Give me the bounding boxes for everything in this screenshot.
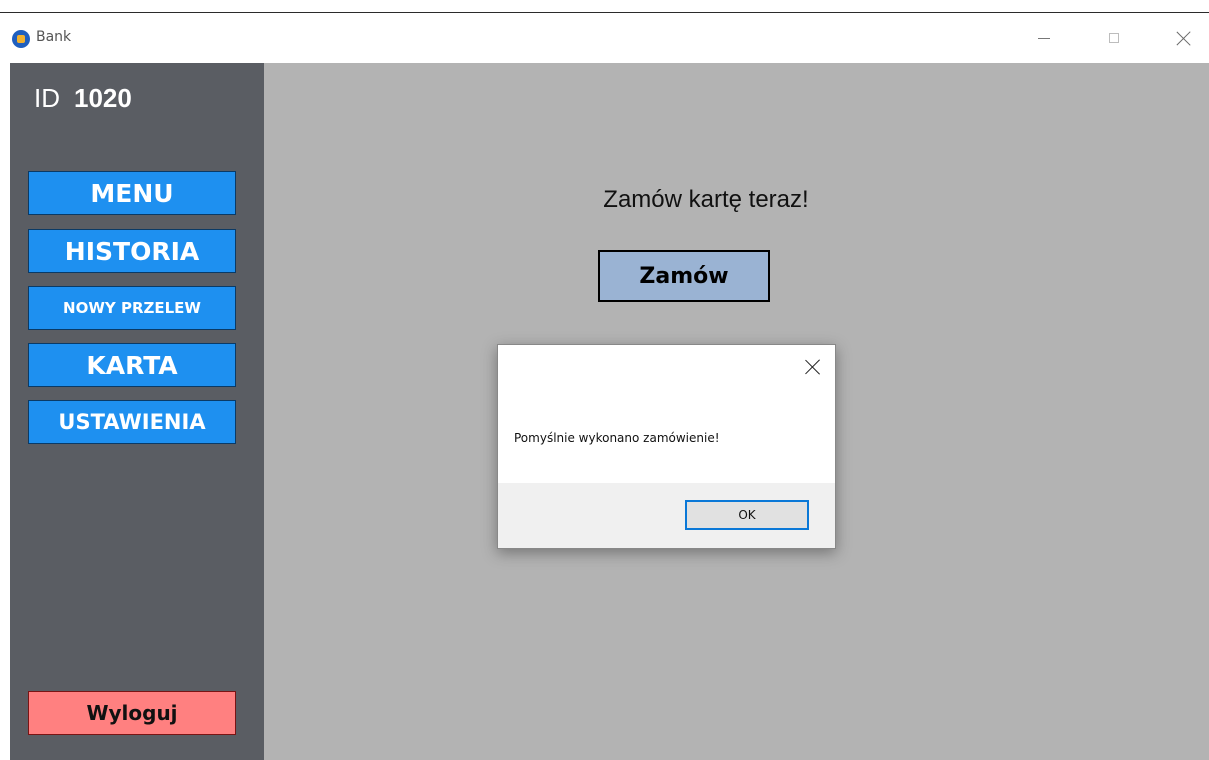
user-id-label: ID [34,83,60,113]
dialog-message: Pomyślnie wykonano zamówienie! [514,431,720,445]
maximize-icon [1109,33,1119,43]
dialog-close-icon[interactable] [803,357,823,377]
dialog-ok-button[interactable]: OK [685,500,809,530]
bank-app-icon [12,30,30,48]
window-close-button[interactable] [1161,13,1207,63]
app-window: Bank ID 1020 MENU HISTORIA NOWY PRZELEW K… [0,0,1209,760]
page-heading: Zamów kartę teraz! [603,186,809,213]
logout-button[interactable]: Wyloguj [28,691,236,735]
nav-karta-button[interactable]: KARTA [28,343,236,387]
nav-ustawienia-button[interactable]: USTAWIENIA [28,400,236,444]
user-id-value: 1020 [74,83,132,113]
nav-nowy-przelew-button[interactable]: NOWY PRZELEW [28,286,236,330]
sidebar: ID 1020 MENU HISTORIA NOWY PRZELEW KARTA … [10,63,264,760]
message-dialog: Pomyślnie wykonano zamówienie! OK [497,344,836,549]
window-left-edge [0,63,10,760]
nav-menu-button[interactable]: MENU [28,171,236,215]
minimize-icon [1038,37,1050,39]
close-icon [1176,30,1192,46]
dialog-footer: OK [498,483,835,548]
title-bar[interactable]: Bank [0,13,1209,63]
nav-historia-button[interactable]: HISTORIA [28,229,236,273]
window-title: Bank [36,29,72,45]
maximize-button[interactable] [1091,13,1137,63]
order-card-button[interactable]: Zamów [598,250,770,302]
minimize-button[interactable] [1021,13,1067,63]
user-id: ID 1020 [34,83,132,114]
